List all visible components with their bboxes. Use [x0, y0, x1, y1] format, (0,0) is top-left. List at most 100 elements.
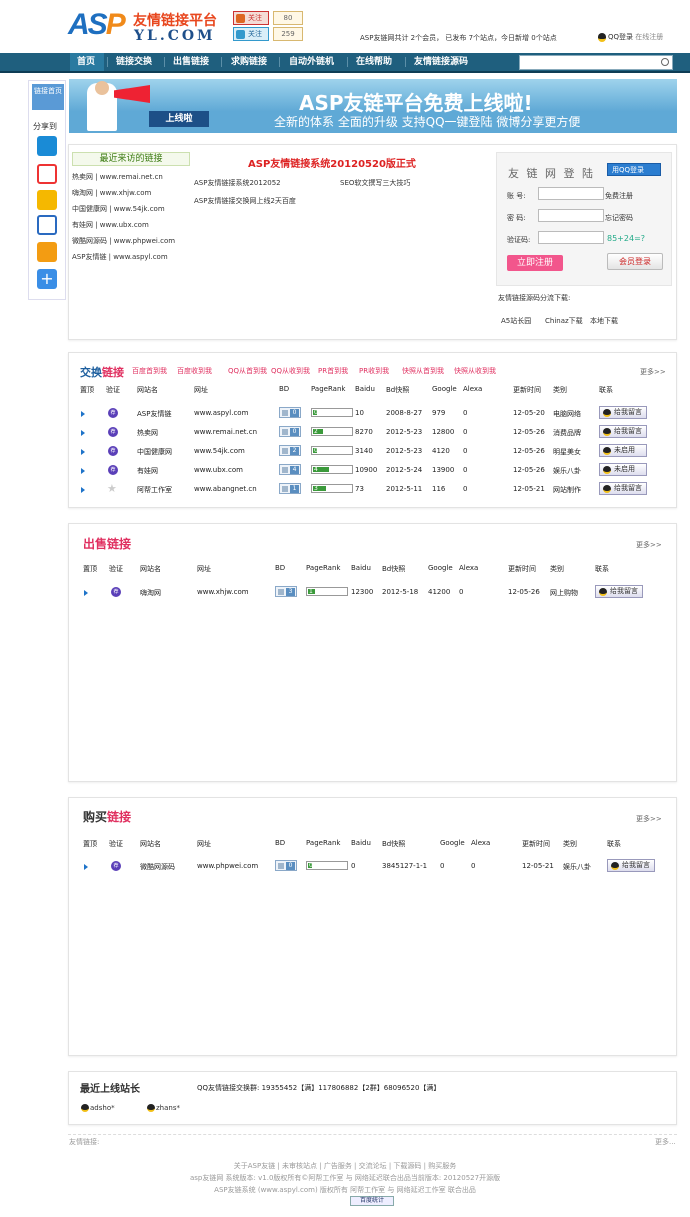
announcement-item[interactable]: SEO软文撰写三大技巧 [340, 178, 410, 188]
baidu-icon [282, 410, 288, 416]
announcement-item[interactable]: ASP友情链接交换网上线2天百度 [194, 196, 296, 206]
filter-link[interactable]: 百度首到我 [132, 366, 167, 376]
captcha-image[interactable]: 85+24=? [607, 234, 645, 243]
nav-autolink[interactable]: 自动外链机 [289, 53, 334, 71]
nav-help[interactable]: 在线帮助 [356, 53, 392, 71]
recent-link[interactable]: 微酷网源码 | www.phpwei.com [72, 236, 175, 246]
contact-button[interactable]: 给我留言 [595, 585, 643, 598]
baidu-weight-value: 3 [286, 588, 295, 596]
renren-icon[interactable] [37, 215, 57, 235]
site-url-link[interactable]: www.remai.net.cn [194, 428, 257, 436]
recent-link[interactable]: ASP友情链 | www.aspyl.com [72, 252, 168, 262]
contact-button[interactable]: 给我留言 [599, 482, 647, 495]
pin-arrow-icon[interactable] [81, 411, 85, 417]
follow-weibo-button[interactable]: 关注 [233, 11, 269, 25]
qq-icon [603, 466, 611, 474]
announcement-title[interactable]: ASP友情链接系统20120520版正式 [248, 155, 416, 170]
site-name-link[interactable]: ASP友情链 [137, 409, 171, 419]
contact-button[interactable]: 未启用 [599, 444, 647, 457]
link-home-button[interactable]: 链接首页 [32, 84, 64, 110]
pin-arrow-icon[interactable] [84, 864, 88, 870]
buy-more-link[interactable]: 更多>> [636, 814, 662, 824]
site-url-link[interactable]: www.54jk.com [194, 447, 245, 455]
download-link[interactable]: 本地下载 [590, 316, 618, 326]
free-register-link[interactable]: 免费注册 [605, 191, 633, 201]
recent-link[interactable]: 有娃网 | www.ubx.com [72, 220, 149, 230]
owner-user[interactable]: zhans* [147, 1104, 180, 1112]
recent-link[interactable]: 中国健康网 | www.54jk.com [72, 204, 165, 214]
site-url-link[interactable]: www.phpwei.com [197, 862, 258, 870]
site-name-link[interactable]: 热卖网 [137, 428, 158, 438]
banner[interactable]: 上线啦 ASP友链平台免费上线啦! 全新的体系 全面的升级 支持QQ一键登陆 微… [69, 79, 677, 133]
site-name-link[interactable]: 中国健康网 [137, 447, 172, 457]
verified-badge-icon: 荐 [111, 587, 121, 597]
site-name-link[interactable]: 微酷网源码 [140, 862, 175, 872]
pin-arrow-icon[interactable] [81, 430, 85, 436]
filter-link[interactable]: 快照从首到我 [402, 366, 444, 376]
register-button[interactable]: 立即注册 [507, 255, 563, 271]
star-icon[interactable] [37, 190, 57, 210]
filter-link[interactable]: 百度收到我 [177, 366, 212, 376]
register-link[interactable]: 在线注册 [635, 33, 663, 41]
recent-link[interactable]: 热卖网 | www.remai.net.cn [72, 172, 163, 182]
search-icon[interactable] [661, 58, 669, 66]
download-link[interactable]: Chinaz下载 [545, 316, 583, 326]
footer-copyright: ASP友链系统 (www.aspyl.com) 版权所有 阿帮工作室 与 网络延… [214, 1186, 476, 1194]
site-url-link[interactable]: www.ubx.com [194, 466, 243, 474]
site-name-link[interactable]: 阿帮工作室 [137, 485, 172, 495]
member-login-button[interactable]: 会员登录 [607, 253, 663, 270]
qq-login-button[interactable]: 用QQ登录 [607, 163, 661, 176]
contact-button[interactable]: 给我留言 [599, 406, 647, 419]
site-url-link[interactable]: www.xhjw.com [197, 588, 249, 596]
account-field[interactable] [538, 187, 604, 200]
pin-arrow-icon[interactable] [81, 468, 85, 474]
password-field[interactable] [538, 209, 604, 222]
qq-icon[interactable] [37, 242, 57, 262]
table-header: Bd快照 [382, 840, 406, 848]
site-name-link[interactable]: 有娃网 [137, 466, 158, 476]
pagerank-bar: 3 [311, 484, 353, 493]
baidu-stat-badge[interactable]: 百度统计 [350, 1196, 394, 1206]
filter-link[interactable]: QQ从收到我 [271, 366, 310, 376]
alexa-rank: 0 [463, 447, 468, 455]
site-name-link[interactable]: 嗨淘网 [140, 588, 161, 598]
contact-button[interactable]: 未启用 [599, 463, 647, 476]
nav-buy[interactable]: 求购链接 [231, 53, 267, 71]
nav-home[interactable]: 首页 [70, 53, 104, 71]
pin-arrow-icon[interactable] [81, 449, 85, 455]
contact-button[interactable]: 给我留言 [607, 859, 655, 872]
qzone-icon[interactable] [37, 136, 57, 156]
filter-link[interactable]: PR首到我 [318, 366, 348, 376]
nav-sell[interactable]: 出售链接 [173, 53, 209, 71]
weibo-icon[interactable] [37, 164, 57, 184]
owner-user[interactable]: adsho* [81, 1104, 115, 1112]
table-header: 网站名 [137, 386, 158, 394]
follow-tencent-button[interactable]: 关注 [233, 27, 269, 41]
qq-login-link[interactable]: QQ登录 [608, 33, 633, 41]
site-url-link[interactable]: www.aspyl.com [194, 409, 248, 417]
pin-arrow-icon[interactable] [84, 590, 88, 596]
filter-link[interactable]: PR收到我 [359, 366, 389, 376]
update-date: 12-05-21 [522, 862, 554, 870]
footer-links[interactable]: 关于ASP友链 | 未审核站点 | 广告服务 | 交流论坛 | 下载源码 | 购… [0, 1161, 690, 1171]
download-link[interactable]: A5站长园 [501, 316, 531, 326]
pin-arrow-icon[interactable] [81, 487, 85, 493]
filter-link[interactable]: 快照从收到我 [454, 366, 496, 376]
search-input[interactable] [519, 55, 673, 70]
recent-link[interactable]: 嗨淘网 | www.xhjw.com [72, 188, 151, 198]
contact-label: 给我留言 [614, 408, 642, 416]
site-url-link[interactable]: www.abangnet.cn [194, 485, 257, 493]
pagerank-bar: 0 [306, 861, 348, 870]
nav-source[interactable]: 友情链接源码 [414, 53, 468, 71]
forgot-password-link[interactable]: 忘记密码 [605, 213, 633, 223]
contact-button[interactable]: 给我留言 [599, 425, 647, 438]
sell-more-link[interactable]: 更多>> [636, 540, 662, 550]
exchange-more-link[interactable]: 更多>> [640, 367, 666, 377]
nav-exchange[interactable]: 链接交换 [116, 53, 152, 71]
plus-icon[interactable]: + [37, 269, 57, 289]
filter-link[interactable]: QQ从首到我 [228, 366, 267, 376]
site-logo[interactable]: ASP 友情链接平台 YL.COM [68, 8, 228, 44]
friend-links-more[interactable]: 更多... [655, 1137, 676, 1147]
captcha-field[interactable] [538, 231, 604, 244]
announcement-item[interactable]: ASP友情链接系统2012052 [194, 178, 281, 188]
